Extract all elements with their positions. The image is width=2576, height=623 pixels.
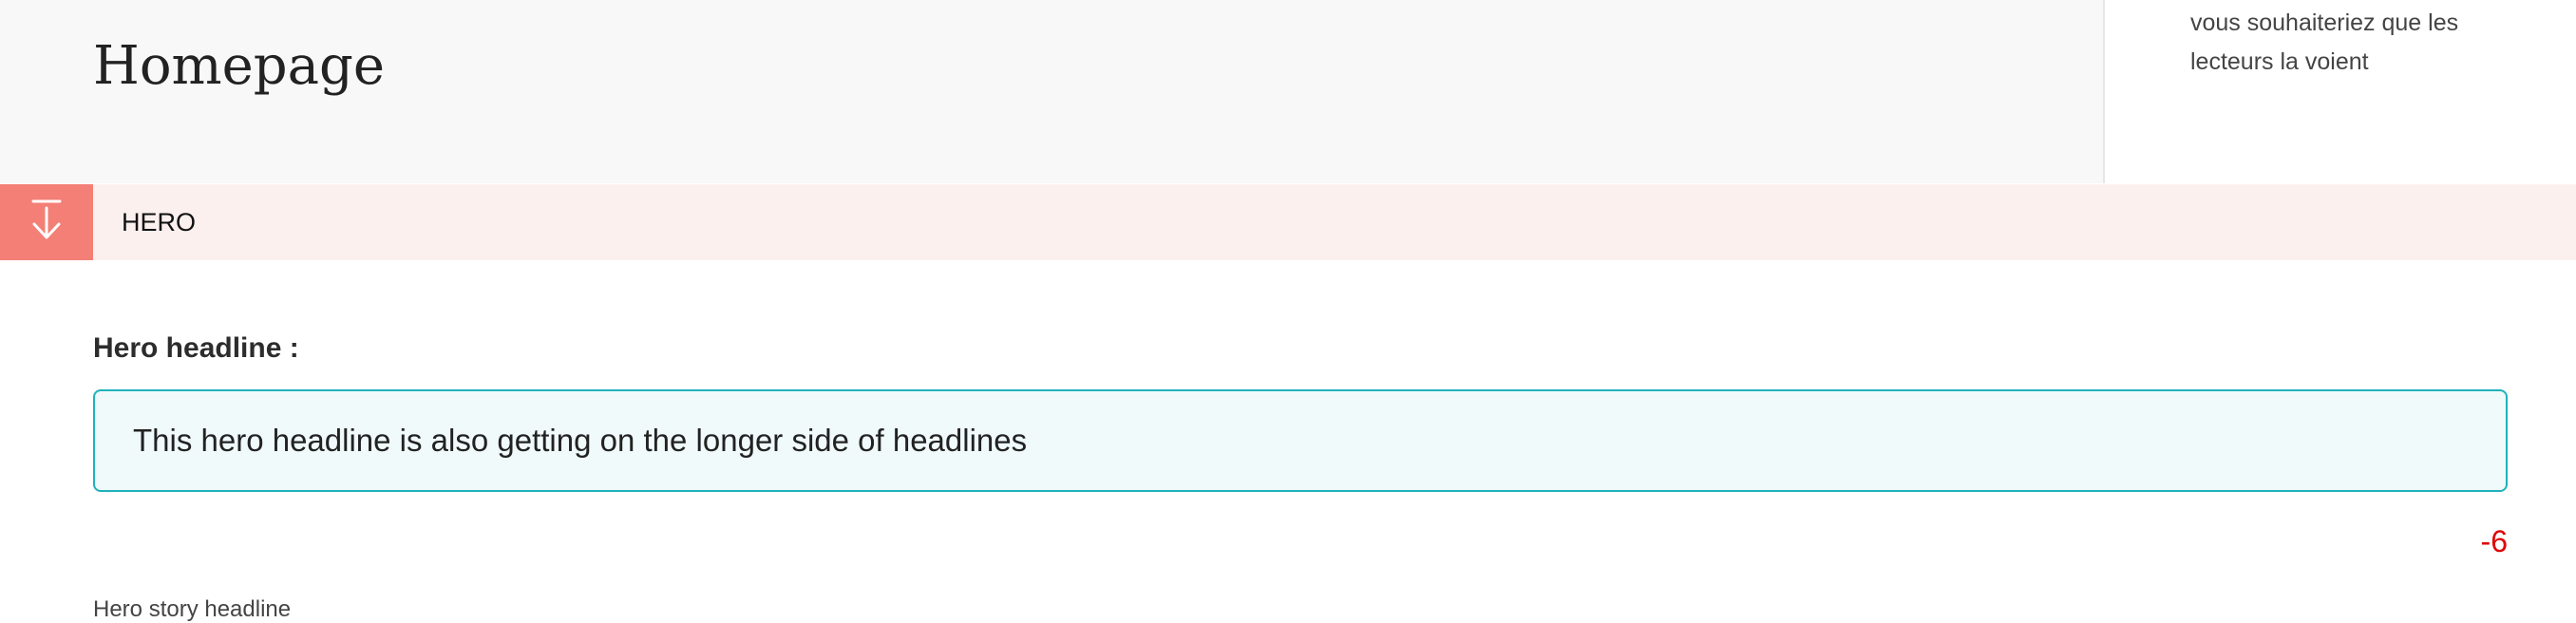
arrow-down-to-line-icon (28, 198, 66, 247)
hero-story-headline-label: Hero story headline (93, 596, 292, 622)
help-text: vous souhaiteriez que les lecteurs la vo… (2190, 9, 2459, 75)
hero-headline-input[interactable] (93, 389, 2508, 492)
page-title: Homepage (93, 35, 386, 97)
hero-headline-label: Hero headline : (93, 332, 299, 364)
help-panel: vous souhaiteriez que les lecteurs la vo… (2103, 0, 2576, 183)
section-hero-header[interactable]: HERO (0, 184, 2576, 260)
section-label: HERO (122, 208, 197, 236)
page: Homepage vous souhaiteriez que les lecte… (0, 0, 2576, 623)
page-header: Homepage (0, 0, 2103, 183)
character-count: -6 (2480, 524, 2508, 558)
collapse-toggle-button[interactable] (0, 184, 93, 260)
